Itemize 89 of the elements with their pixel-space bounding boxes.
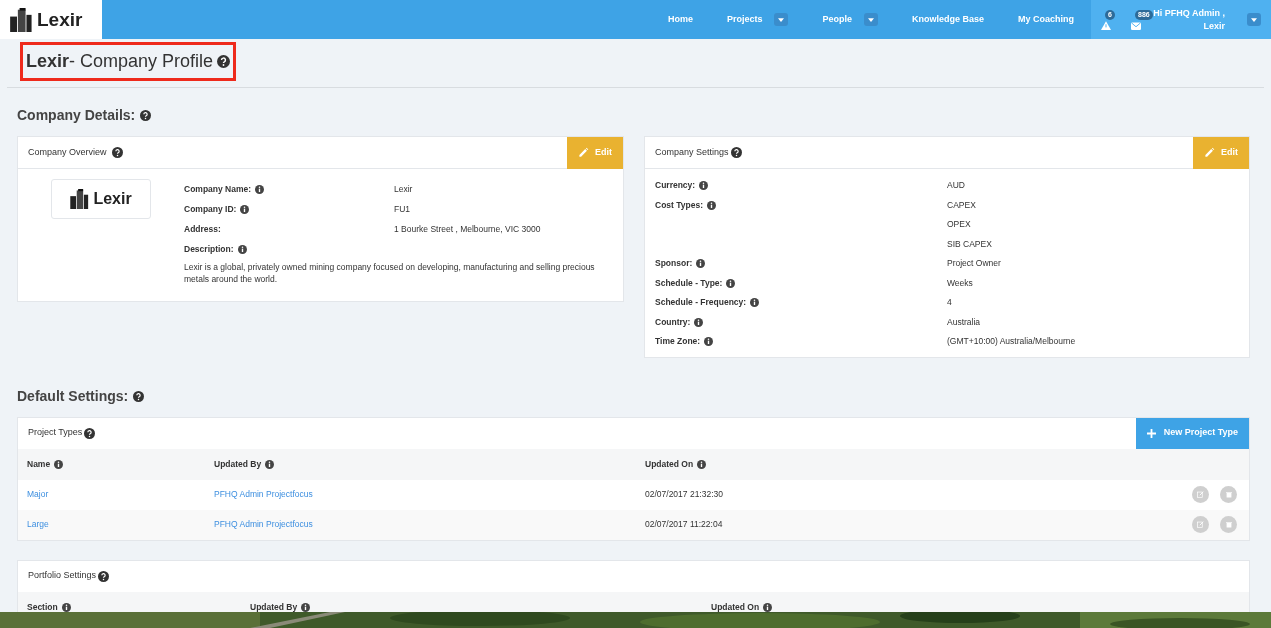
card-title: Project Types xyxy=(28,426,83,440)
field-value: 1 Bourke Street , Melbourne, VIC 3000 xyxy=(394,222,541,236)
nav-link[interactable]: Projects xyxy=(726,12,763,27)
edit-icon xyxy=(1197,491,1204,498)
info-icon xyxy=(696,259,706,269)
info-icon xyxy=(240,204,250,214)
field-value: SIB CAPEX xyxy=(947,237,992,251)
user-link[interactable]: PFHQ Admin Projectfocus xyxy=(214,519,313,530)
nav-link[interactable]: My Coaching xyxy=(1018,12,1074,27)
caret-icon xyxy=(778,17,785,22)
field-label: Schedule - Frequency: xyxy=(655,293,947,313)
warning-icon xyxy=(1101,20,1111,30)
info-icon xyxy=(697,459,707,469)
field-label: Schedule - Type: xyxy=(655,273,947,293)
field-label: Description: xyxy=(184,242,394,256)
nav-link[interactable]: Home xyxy=(667,12,693,27)
field-label: Country: xyxy=(655,312,947,332)
field-label: Cost Types: xyxy=(655,195,947,215)
card-title: Portfolio Settings xyxy=(28,569,97,583)
trash-icon xyxy=(1225,521,1232,528)
field-label: Sponsor: xyxy=(655,254,947,274)
column-header: Updated On xyxy=(711,600,773,612)
edit-button[interactable]: Edit xyxy=(567,136,623,169)
envelope-icon xyxy=(1131,20,1141,30)
field-value: 4 xyxy=(947,296,952,310)
info-icon xyxy=(750,298,760,308)
help-icon[interactable] xyxy=(133,390,145,402)
info-icon xyxy=(694,317,704,327)
caret-icon xyxy=(867,17,874,22)
table-cell: 02/07/2017 11:22:04 xyxy=(645,518,723,531)
info-icon xyxy=(707,200,717,210)
field-value: FU1 xyxy=(394,202,411,216)
new-project-type-button[interactable]: New Project Type xyxy=(1135,417,1249,449)
help-icon[interactable] xyxy=(98,570,110,582)
info-icon xyxy=(699,181,709,191)
info-icon xyxy=(54,459,64,469)
field-label: Address: xyxy=(184,222,222,236)
help-icon[interactable] xyxy=(84,427,96,439)
table-cell: 02/07/2017 21:32:30 xyxy=(645,488,723,501)
field-value: OPEX xyxy=(947,218,972,232)
help-icon[interactable] xyxy=(140,110,152,121)
field-label: Time Zone: xyxy=(655,332,947,352)
plus-icon xyxy=(1146,428,1156,438)
field-value: Weeks xyxy=(947,276,973,290)
company-logo: Lexir xyxy=(51,179,151,219)
field-label: Company Name: xyxy=(184,182,394,196)
help-icon[interactable] xyxy=(730,147,742,158)
info-icon xyxy=(237,244,247,254)
field-value: Lexir xyxy=(394,182,413,196)
help-icon[interactable] xyxy=(111,147,123,158)
info-icon xyxy=(726,278,736,288)
card-title: Company Overview xyxy=(28,145,107,159)
column-header: Updated By xyxy=(214,457,645,471)
info-icon xyxy=(265,459,275,469)
info-icon xyxy=(255,184,265,194)
dropdown-toggle[interactable] xyxy=(863,13,878,26)
edit-button[interactable]: Edit xyxy=(1193,136,1249,169)
dropdown-toggle[interactable] xyxy=(1247,13,1261,26)
dropdown-toggle[interactable] xyxy=(774,13,789,26)
field-label: Company ID: xyxy=(184,202,394,216)
field-value: CAPEX xyxy=(947,198,977,212)
column-header: Updated By xyxy=(250,600,711,612)
section-heading: Default Settings: xyxy=(17,386,129,406)
description-text: Lexir is a global, privately owned mining company focused on developing, manufacturing and selling precious metals around the world. xyxy=(184,261,596,285)
pencil-icon xyxy=(578,147,589,158)
user-menu[interactable]: Hi PFHQ Admin , Lexir xyxy=(1153,6,1225,33)
nav-link[interactable]: People xyxy=(822,12,852,27)
field-value: Project Owner xyxy=(947,257,1001,271)
column-header: Name xyxy=(27,457,214,471)
pencil-icon xyxy=(1204,147,1215,158)
help-icon[interactable] xyxy=(217,55,231,68)
edit-icon xyxy=(1197,521,1204,528)
caret-icon xyxy=(1251,17,1257,22)
page-title: Lexir- Company Profile xyxy=(26,50,214,73)
type-name-link[interactable]: Large xyxy=(27,518,214,531)
field-value: (GMT+10:00) Australia/Melbourne xyxy=(947,335,1076,349)
field-value: AUD xyxy=(947,179,965,193)
info-icon xyxy=(704,337,714,347)
logo[interactable]: Lexir xyxy=(0,0,102,39)
column-header: Updated On xyxy=(645,457,707,471)
section-heading: Company Details: xyxy=(17,106,136,125)
type-name-link[interactable]: Major xyxy=(27,488,214,501)
nav-link[interactable]: Knowledge Base xyxy=(911,12,984,27)
column-header: Section xyxy=(27,600,250,612)
user-link[interactable]: PFHQ Admin Projectfocus xyxy=(214,489,313,500)
field-value: Australia xyxy=(947,315,981,329)
trash-icon xyxy=(1225,491,1232,498)
field-label: Currency: xyxy=(655,176,947,196)
card-title: Company Settings xyxy=(655,145,729,159)
